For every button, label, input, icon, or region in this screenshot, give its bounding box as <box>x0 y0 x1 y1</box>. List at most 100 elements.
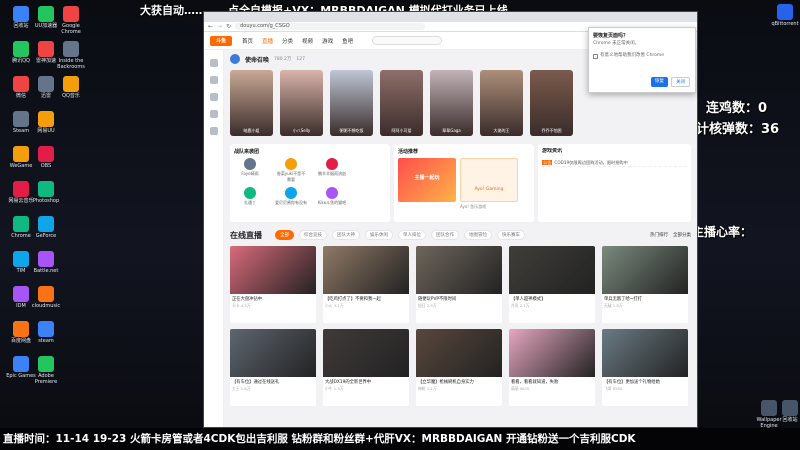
desktop-icon[interactable]: Adobe Premiere <box>29 356 63 385</box>
desktop-icon[interactable]: Google Chrome <box>54 6 88 35</box>
live-card[interactable]: 单兵无敌了哈~打打 无敌 1.8万 <box>602 246 688 323</box>
video-icon[interactable] <box>209 110 218 118</box>
live-thumbnail <box>416 246 502 294</box>
live-meta: 无敌 1.8万 <box>604 303 623 308</box>
streamer-card[interactable]: 翠翠Gaga <box>430 70 473 136</box>
nav-item[interactable]: 鱼吧 <box>342 39 353 45</box>
avatar <box>244 158 256 170</box>
streamer-card[interactable]: 暗鹿小姐 <box>230 70 273 136</box>
recommend-avatar[interactable]: 香菜yuki不是不需要 <box>275 158 307 183</box>
game-followers: 780.2万 <box>274 57 292 62</box>
nav-item[interactable]: 分类 <box>282 39 293 45</box>
live-card[interactable]: 看看，看看就知道，失败 萌萌 9870 <box>509 329 595 406</box>
search-input[interactable] <box>372 36 443 45</box>
recommend-avatar[interactable]: 懒羊羊烟雨流逝 <box>316 158 348 183</box>
live-sort-option[interactable]: 热门排行 <box>650 232 668 238</box>
app-icon <box>13 286 29 302</box>
desktop-icon[interactable]: Battle.net <box>29 251 63 274</box>
home-icon[interactable] <box>209 59 218 67</box>
live-title: 大战DX19的全新世界中 <box>325 380 372 385</box>
live-tab[interactable]: 快乐赛车 <box>497 230 525 240</box>
streamer-card[interactable]: 大佬的王 <box>480 70 523 136</box>
game-icon[interactable] <box>209 93 218 101</box>
nav-item[interactable]: 游戏 <box>322 39 333 45</box>
site-logo[interactable]: 斗鱼 <box>210 35 232 46</box>
desktop-icon[interactable]: 网易UU <box>29 111 63 134</box>
desktop-icon-label: QQ音乐 <box>62 93 80 99</box>
streamer-card[interactable]: 阿阿小可爱 <box>380 70 423 136</box>
avatar <box>326 158 338 170</box>
live-card[interactable]: 【立华魔】枪械刷机自身实力 神枪 1.1万 <box>416 329 502 406</box>
avatar <box>326 187 338 199</box>
streamer-card[interactable]: 乔乔不怕困 <box>530 70 573 136</box>
desktop-icon[interactable]: qBittorrent <box>768 4 800 27</box>
news-text: COD19仅限周边团购活动，限时抢购中 <box>554 160 628 165</box>
live-card[interactable]: 【有车位】通过在线送礼 大王 1.6万 <box>230 329 316 406</box>
streamer-card[interactable]: 粥粥不想吃饭 <box>330 70 373 136</box>
dialog-checkbox[interactable] <box>593 54 598 59</box>
live-card[interactable]: 随便玩PVP不限时间 旭日 2.5万 <box>416 246 502 323</box>
follow-icon[interactable] <box>209 76 218 84</box>
recommend-avatar[interactable]: Faye晴雨 <box>234 158 266 183</box>
live-title: 单兵无敌了哈~打打 <box>604 297 642 302</box>
live-card[interactable]: 【吃鸡打点了】不要和我一起 小火 3.1万 <box>323 246 409 323</box>
activity-game-tile[interactable]: Ayo! Gaming <box>460 158 518 202</box>
live-meta: 小牛 1.3万 <box>325 386 344 391</box>
dialog-cancel-button[interactable]: 关闭 <box>671 77 690 87</box>
recommend-avatar[interactable]: 爱尼尼酱你有没有 <box>275 187 307 206</box>
overlay-heart-rate: 主播心率： <box>692 225 753 239</box>
live-meta: 小火 3.1万 <box>325 303 344 308</box>
nav-item[interactable]: 直播 <box>262 39 273 45</box>
recommend-name: 爱尼尼酱你有没有 <box>275 200 307 205</box>
news-item[interactable]: 公告 COD19仅限周边团购活动，限时抢购中 <box>542 158 687 166</box>
live-thumbnail <box>602 246 688 294</box>
live-tab[interactable]: 全部 <box>275 230 294 240</box>
nav-item[interactable]: 视频 <box>302 39 313 45</box>
live-tab[interactable]: 单人排位 <box>398 230 426 240</box>
app-icon <box>63 41 79 57</box>
nav-item[interactable]: 首页 <box>242 39 253 45</box>
desktop-icon[interactable]: cloudmusic <box>29 286 63 309</box>
activity-banner[interactable]: 主播一起玩 <box>398 158 456 202</box>
live-tab[interactable]: 团队合作 <box>431 230 459 240</box>
live-thumbnail <box>509 246 595 294</box>
app-icon <box>13 251 29 267</box>
desktop-icon[interactable]: Inside the Backrooms <box>54 41 88 70</box>
reload-icon[interactable]: ↻ <box>226 23 231 30</box>
live-card[interactable]: 大战DX19的全新世界中 小牛 1.3万 <box>323 329 409 406</box>
live-title: 看看，看看就知道，失败 <box>511 380 559 385</box>
recommend-name: 懒羊羊烟雨流逝 <box>318 171 346 176</box>
desktop-icon-label: Inside the Backrooms <box>57 58 85 70</box>
app-icon <box>13 181 29 197</box>
desktop-icon-label: Google Chrome <box>61 23 81 35</box>
recommend-avatar[interactable]: Kiko斗鱼的猫吧 <box>316 187 348 206</box>
desktop-icon[interactable]: steam <box>29 321 63 344</box>
live-tab[interactable]: 综合竞技 <box>299 230 327 240</box>
tab-strip[interactable] <box>204 12 697 22</box>
more-icon[interactable] <box>209 127 218 135</box>
back-icon[interactable]: ← <box>208 23 213 30</box>
url-field[interactable]: douyu.com/g_CSGO <box>235 23 426 30</box>
app-icon <box>13 41 29 57</box>
live-meta: 冷风 2.1万 <box>511 303 530 308</box>
forward-icon[interactable]: → <box>217 23 222 30</box>
live-card[interactable]: 【单人超神模式】 冷风 2.1万 <box>509 246 595 323</box>
live-tab[interactable]: 地图冒险 <box>464 230 492 240</box>
recommend-title: 战队来袭团 <box>234 149 260 155</box>
streamer-card[interactable]: 小八Selly <box>280 70 323 136</box>
desktop-icon[interactable]: Photoshop <box>29 181 63 204</box>
desktop-icon[interactable]: 回收站 <box>773 400 800 423</box>
desktop-icon[interactable]: OBS <box>29 146 63 169</box>
recommend-name: 香菜yuki不是不需要 <box>276 171 306 182</box>
live-card[interactable]: 【有车位】更加送个礼物给她 飞哥 8500 <box>602 329 688 406</box>
live-tab[interactable]: 团队大神 <box>332 230 360 240</box>
overlay-bottom-caption: 直播时间：11-14 19-23 火箭卡房管或者4CDK包出吉利服 钻粉群和粉丝… <box>0 428 800 450</box>
desktop-icon[interactable]: QQ音乐 <box>54 76 88 99</box>
live-card[interactable]: 正在大盘冲钻中 卡卡 4.3万 <box>230 246 316 323</box>
desktop-icon[interactable]: GeForce <box>29 216 63 239</box>
recommend-panel: 战队来袭团 Faye晴雨 香菜yuki不是不需要 懒羊羊烟雨流逝礼遇丫 爱尼尼酱你有没… <box>230 144 390 222</box>
recommend-avatar[interactable]: 礼遇丫 <box>234 187 266 206</box>
live-sort-option[interactable]: 全部分类 <box>673 232 691 238</box>
live-tab[interactable]: 娱乐休闲 <box>365 230 393 240</box>
dialog-ok-button[interactable]: 恢复 <box>651 77 668 87</box>
